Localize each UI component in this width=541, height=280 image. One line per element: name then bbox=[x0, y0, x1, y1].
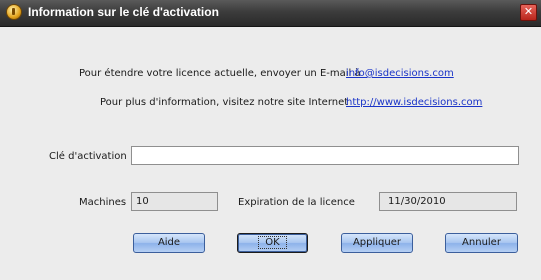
expiration-label: Expiration de la licence bbox=[238, 197, 355, 208]
email-info-text: Pour étendre votre licence actuelle, env… bbox=[79, 68, 361, 79]
ok-button-label: OK bbox=[258, 236, 287, 249]
window-title: Information sur le clé d'activation bbox=[28, 5, 219, 19]
web-info-text: Pour plus d'information, visitez notre s… bbox=[100, 97, 349, 108]
close-button[interactable]: ✕ bbox=[520, 4, 537, 21]
expiration-value: 11/30/2010 bbox=[379, 192, 517, 211]
activation-key-input[interactable] bbox=[131, 146, 519, 165]
ok-button[interactable]: OK bbox=[237, 233, 308, 253]
machines-label: Machines bbox=[79, 197, 127, 208]
apply-button[interactable]: Appliquer bbox=[341, 233, 413, 253]
close-icon: ✕ bbox=[523, 5, 534, 18]
website-link[interactable]: http://www.isdecisions.com bbox=[346, 97, 482, 108]
title-bar: Information sur le clé d'activation ✕ bbox=[0, 0, 541, 27]
email-link[interactable]: info@isdecisions.com bbox=[346, 68, 454, 79]
cancel-button[interactable]: Annuler bbox=[445, 233, 518, 253]
machines-value: 10 bbox=[131, 192, 218, 211]
activation-key-label: Clé d'activation bbox=[49, 151, 127, 162]
info-app-icon bbox=[6, 4, 22, 20]
help-button[interactable]: Aide bbox=[133, 233, 205, 253]
